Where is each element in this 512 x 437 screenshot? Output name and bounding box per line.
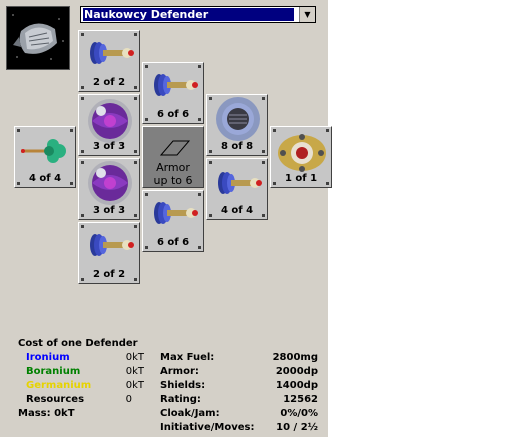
ironium-label: Ironium [26, 352, 70, 363]
rating-label: Rating: [160, 394, 201, 405]
max-fuel-label: Max Fuel: [160, 352, 215, 363]
missile-launcher-icon [90, 234, 134, 256]
slot-shield-2[interactable]: 3 of 3 [78, 158, 140, 220]
initiative-moves-value: 10 / 2½ [276, 422, 318, 433]
cloak-jam-value: 0%/0% [280, 408, 318, 419]
shield-sphere-icon [88, 99, 132, 143]
missile-launcher-icon [154, 202, 198, 224]
design-select-value: Naukowcy Defender [83, 8, 294, 21]
armor-stat-label: Armor: [160, 366, 199, 377]
slot-count: 2 of 2 [92, 77, 126, 88]
slot-count: 3 of 3 [92, 141, 126, 152]
boranium-value: 0kT [125, 366, 144, 377]
armor-plate-icon [159, 140, 191, 156]
boranium-label: Boranium [26, 366, 81, 377]
mass-label: Mass: 0kT [18, 408, 75, 419]
slot-count: 4 of 4 [220, 205, 254, 216]
armor-stat-value: 2000dp [275, 366, 318, 377]
slot-armor[interactable]: Armor up to 6 [142, 126, 204, 188]
slot-weapon-5[interactable]: 2 of 2 [78, 222, 140, 284]
slot-count: 8 of 8 [220, 141, 254, 152]
ironium-value: 0kT [125, 352, 144, 363]
cost-title: Cost of one Defender [18, 338, 138, 349]
slot-weapon-4[interactable]: 6 of 6 [142, 190, 204, 252]
missile-launcher-icon [90, 42, 134, 64]
slot-count: 4 of 4 [28, 173, 62, 184]
engine-icon [21, 139, 66, 163]
mine-sphere-icon [216, 97, 260, 141]
starbase-hull-icon [6, 6, 70, 70]
slot-mine-1[interactable]: 8 of 8 [206, 94, 268, 156]
germanium-label: Germanium [26, 380, 92, 391]
slot-count: 2 of 2 [92, 269, 126, 280]
armor-label: Armor [156, 161, 190, 174]
slot-weapon-2[interactable]: 6 of 6 [142, 62, 204, 124]
slot-count: 6 of 6 [156, 109, 190, 120]
slot-scanner[interactable]: 1 of 1 [270, 126, 332, 188]
cloak-jam-label: Cloak/Jam: [160, 408, 220, 419]
chevron-down-icon[interactable]: ▼ [299, 7, 315, 22]
ship-design-panel: Naukowcy Defender ▼ 2 of 2 6 of 6 3 of 3… [0, 0, 332, 437]
germanium-value: 0kT [125, 380, 144, 391]
design-select[interactable]: Naukowcy Defender ▼ [80, 6, 316, 23]
slot-weapon-3[interactable]: 4 of 4 [206, 158, 268, 220]
slot-weapon-1[interactable]: 2 of 2 [78, 30, 140, 92]
slot-engine[interactable]: 4 of 4 [14, 126, 76, 188]
slot-shield-1[interactable]: 3 of 3 [78, 94, 140, 156]
missile-launcher-icon [218, 172, 262, 194]
shield-sphere-icon [88, 161, 132, 205]
armor-limit: up to 6 [153, 174, 193, 187]
slot-count: 6 of 6 [156, 237, 190, 248]
slot-count: 1 of 1 [284, 173, 318, 184]
rating-value: 12562 [283, 394, 318, 405]
scanner-dome-icon [278, 134, 326, 172]
resources-label: Resources [26, 394, 85, 405]
shields-label: Shields: [160, 380, 206, 391]
slot-count: 3 of 3 [92, 205, 126, 216]
shields-value: 1400dp [275, 380, 318, 391]
missile-launcher-icon [154, 74, 198, 96]
max-fuel-value: 2800mg [272, 352, 318, 363]
resources-value: 0 [125, 394, 132, 405]
